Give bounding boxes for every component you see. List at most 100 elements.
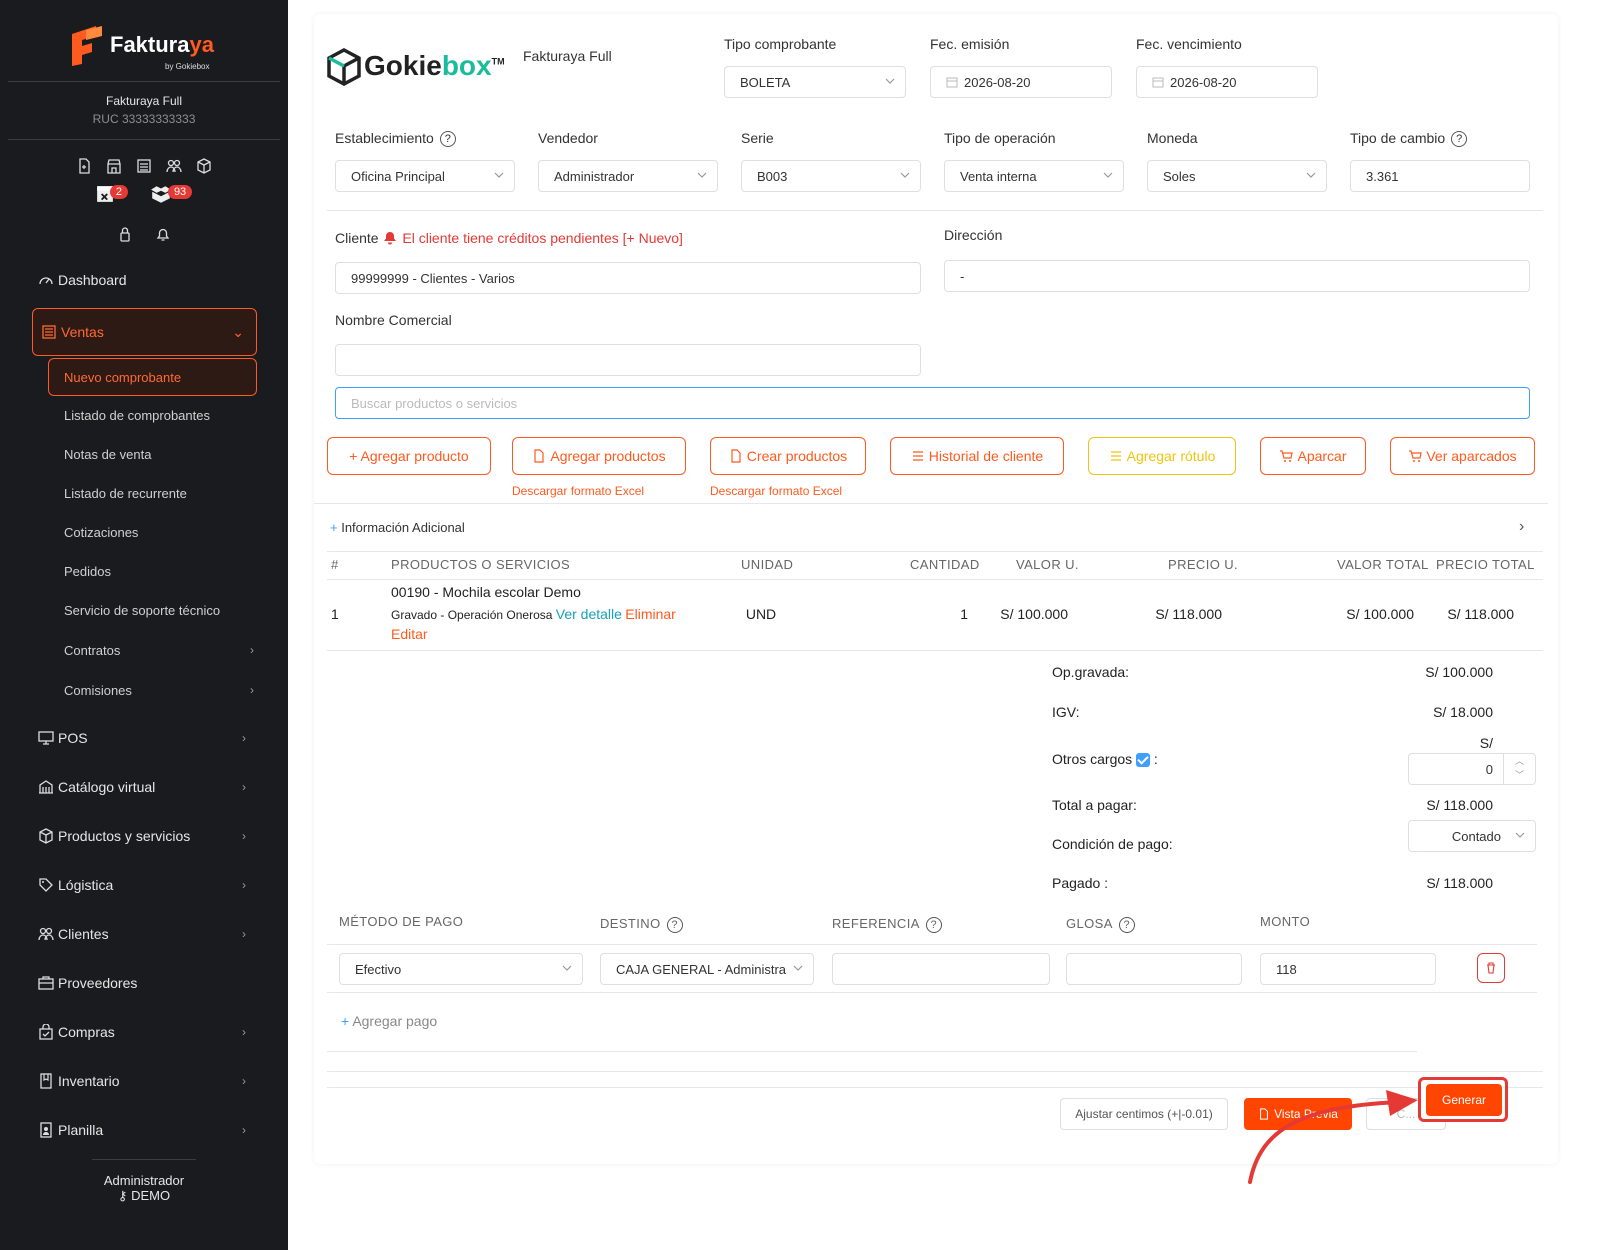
chevron-up-icon[interactable]: ︿ — [1504, 754, 1535, 768]
menu-label: Compras — [58, 1024, 115, 1040]
submenu-pedidos[interactable]: Pedidos — [64, 564, 254, 579]
logo-text: Fakturaya — [110, 32, 214, 57]
user-icons — [0, 226, 288, 242]
chevron-right-icon: › — [250, 643, 254, 657]
menu-proveedores[interactable]: Proveedores — [38, 971, 258, 995]
help-icon[interactable]: ? — [1118, 916, 1135, 933]
establecimiento-label: Establecimiento? — [335, 130, 456, 148]
users-icon[interactable] — [166, 158, 182, 174]
receipt-icon — [42, 325, 56, 339]
fakturaya-logo[interactable]: Fakturaya by Gokiebox — [68, 26, 218, 72]
input-value: - — [960, 268, 965, 284]
menu-planilla[interactable]: Planilla › — [38, 1118, 258, 1142]
box-icon[interactable] — [196, 158, 212, 174]
referencia-input[interactable] — [832, 953, 1050, 985]
help-icon[interactable]: ? — [666, 916, 683, 933]
submenu-comisiones[interactable]: Comisiones › — [64, 683, 254, 698]
tipo-operacion-select[interactable]: Venta interna — [944, 160, 1124, 192]
chevron-right-icon: › — [242, 780, 246, 794]
help-icon[interactable]: ? — [1451, 131, 1468, 148]
menu-pos[interactable]: POS › — [38, 726, 258, 750]
fec-emision-input[interactable]: 2026-08-20 — [930, 66, 1112, 98]
menu-ventas[interactable]: Ventas ⌄ — [32, 308, 257, 356]
submenu-contratos[interactable]: Contratos › — [64, 643, 254, 658]
stock-alerts[interactable]: 93 — [150, 185, 193, 206]
adjust-cents-button[interactable]: Ajustar centimos (+|-0.01) — [1060, 1098, 1228, 1130]
cliente-select[interactable]: 99999999 - Clientes - Varios — [335, 262, 921, 294]
gokiebox-logo: GokieboxTM — [326, 48, 516, 88]
download-excel-link[interactable]: Descargar formato Excel — [512, 484, 644, 498]
expired-docs[interactable]: 2 — [96, 185, 128, 206]
lock-icon[interactable] — [117, 226, 133, 242]
download-excel-link[interactable]: Descargar formato Excel — [710, 484, 842, 498]
menu-inventario[interactable]: Inventario › — [38, 1069, 258, 1093]
sidebar: Fakturaya by Gokiebox Fakturaya Full RUC… — [0, 0, 288, 1250]
editar-link[interactable]: Editar — [391, 626, 428, 642]
user-info[interactable]: Administrador ⚷ DEMO — [0, 1173, 288, 1204]
chevron-down-icon[interactable]: ﹀ — [1504, 768, 1535, 782]
cliente-label: Cliente El cliente tiene créditos pendie… — [335, 230, 683, 246]
submenu-listado-recurrente[interactable]: Listado de recurrente — [64, 486, 254, 501]
nombre-comercial-input[interactable] — [335, 344, 921, 376]
add-label-button[interactable]: Agregar rótulo — [1088, 437, 1236, 475]
add-payment-label: Agregar pago — [352, 1013, 438, 1029]
brand-name: GokieboxTM — [364, 50, 505, 81]
info-adicional-toggle[interactable]: + Información Adicional — [330, 520, 465, 535]
submenu-label: Listado de recurrente — [64, 486, 187, 501]
otros-cargos-stepper[interactable]: 0 ︿ ﹀ — [1408, 753, 1536, 785]
glosa-input[interactable] — [1066, 953, 1242, 985]
generate-button[interactable]: Generar — [1426, 1084, 1502, 1116]
menu-catalogo[interactable]: Catálogo virtual › — [38, 775, 258, 799]
view-parked-button[interactable]: Ver aparcados — [1390, 437, 1535, 475]
menu-compras[interactable]: Compras › — [38, 1020, 258, 1044]
annotation-arrow — [1248, 1090, 1418, 1184]
th-valor-u: VALOR U. — [1016, 557, 1079, 572]
submenu-nuevo-comprobante[interactable]: Nuevo comprobante — [48, 358, 257, 396]
destino-select[interactable]: CAJA GENERAL - Administra — [600, 953, 814, 985]
menu-productos[interactable]: Productos y servicios › — [38, 824, 258, 848]
client-history-button[interactable]: Historial de cliente — [890, 437, 1064, 475]
input-value: 118 — [1276, 961, 1297, 977]
monto-input[interactable]: 118 — [1260, 953, 1436, 985]
create-products-button[interactable]: Crear productos — [710, 437, 866, 475]
submenu-listado-comprobantes[interactable]: Listado de comprobantes — [64, 408, 254, 423]
delete-payment-button[interactable] — [1477, 953, 1505, 983]
th-productos: PRODUCTOS O SERVICIOS — [391, 557, 571, 572]
help-icon[interactable]: ? — [439, 131, 456, 148]
fec-vencimiento-input[interactable]: 2026-08-20 — [1136, 66, 1318, 98]
eliminar-link[interactable]: Eliminar — [625, 606, 676, 622]
direccion-input[interactable]: - — [944, 260, 1530, 292]
bell-icon[interactable] — [155, 226, 171, 242]
help-icon[interactable]: ? — [925, 916, 942, 933]
select-value: BOLETA — [740, 74, 791, 90]
otros-cargos-checkbox[interactable] — [1136, 753, 1151, 768]
chevron-down-icon: ⌄ — [232, 323, 244, 340]
establecimiento-select[interactable]: Oficina Principal — [335, 160, 515, 192]
ver-detalle-link[interactable]: Ver detalle — [556, 606, 622, 622]
metodo-pago-select[interactable]: Efectivo — [339, 953, 583, 985]
list-icon[interactable] — [136, 158, 152, 174]
menu-logistica[interactable]: Lógistica › — [38, 873, 258, 897]
submenu-cotizaciones[interactable]: Cotizaciones — [64, 525, 254, 540]
add-products-excel-button[interactable]: Agregar productos — [512, 437, 686, 475]
menu-dashboard[interactable]: Dashboard — [38, 268, 258, 292]
product-search-input[interactable]: Buscar productos o servicios — [335, 387, 1530, 419]
submenu-soporte[interactable]: Servicio de soporte técnico — [64, 603, 254, 618]
tipo-comprobante-select[interactable]: BOLETA — [724, 66, 906, 98]
shopping-bag-icon — [39, 1024, 53, 1040]
vendedor-select[interactable]: Administrador — [538, 160, 718, 192]
add-payment-link[interactable]: + Agregar pago — [341, 1013, 437, 1029]
park-button[interactable]: Aparcar — [1260, 437, 1366, 475]
moneda-select[interactable]: Soles — [1147, 160, 1327, 192]
new-client-link[interactable]: [+ Nuevo] — [623, 230, 683, 246]
fec-emision-label: Fec. emisión — [930, 36, 1010, 52]
submenu-notas-venta[interactable]: Notas de venta — [64, 447, 254, 462]
document-icon[interactable] — [76, 158, 92, 174]
menu-clientes[interactable]: Clientes › — [38, 922, 258, 946]
tipo-cambio-input[interactable]: 3.361 — [1350, 160, 1530, 192]
chevron-right-icon[interactable]: › — [1519, 518, 1524, 536]
condicion-pago-select[interactable]: Contado — [1408, 820, 1536, 852]
add-product-button[interactable]: + Agregar producto — [327, 437, 491, 475]
store-icon[interactable] — [106, 158, 122, 174]
serie-select[interactable]: B003 — [741, 160, 921, 192]
